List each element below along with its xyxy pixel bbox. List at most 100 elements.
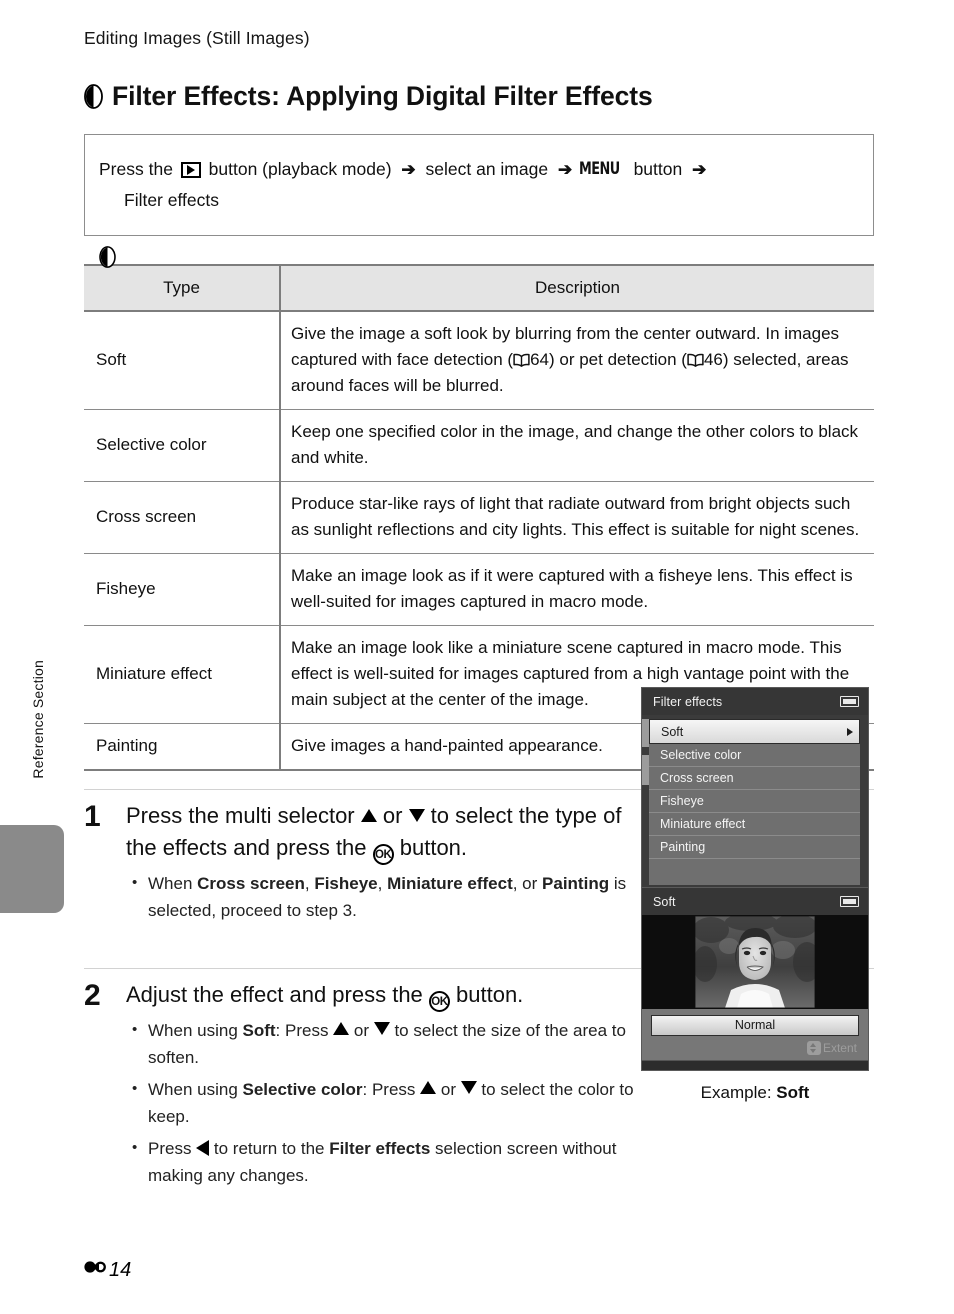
list-item: When Cross screen, Fisheye, Miniature ef…	[126, 870, 658, 924]
menu-item-soft[interactable]: Soft	[649, 719, 860, 744]
preview-photo	[695, 916, 815, 1008]
b-c1: ,	[304, 874, 315, 893]
menu-empty-area	[649, 859, 860, 885]
battery-icon	[840, 896, 859, 907]
step-1-title-b: or	[376, 803, 409, 828]
callout-line-1: Press the button (playback mode) ➔ selec…	[99, 155, 853, 184]
callout-text-3: select an image	[420, 159, 553, 179]
menu-item-label: Miniature effect	[660, 817, 746, 831]
battery-icon	[840, 696, 859, 707]
b-b4: Painting	[542, 874, 610, 893]
up-down-icon	[806, 1041, 821, 1055]
page-footer: 14	[84, 1258, 131, 1282]
cell-description: Keep one specified color in the image, a…	[280, 409, 874, 482]
step-2-title-a: Adjust the effect and press the	[126, 982, 429, 1007]
up-triangle-icon	[360, 809, 377, 822]
step-1-title-d: button.	[393, 835, 468, 860]
cell-description: Make an image look as if it were capture…	[280, 553, 874, 626]
b-c3: , or	[512, 874, 543, 893]
menu-item-label: Painting	[660, 840, 706, 854]
step-1-title: Press the multi selector or to select th…	[126, 800, 626, 865]
left-triangle-icon	[196, 1140, 210, 1156]
menu-tab-stub-1	[642, 719, 649, 747]
cell-description: Give the image a soft look by blurring f…	[280, 311, 874, 410]
caption-prefix: Example:	[700, 1083, 777, 1102]
down-triangle-icon	[460, 1081, 477, 1094]
lcd-title-bar: Soft	[642, 888, 868, 915]
section-mark-icon	[84, 1258, 106, 1282]
ok-button-icon: OK	[428, 991, 450, 1012]
ok-button-icon: OK	[372, 844, 394, 865]
menu-tab-stub-2	[642, 755, 649, 785]
b3-b1: Selective color	[242, 1080, 363, 1099]
callout-text-4: button	[628, 159, 688, 179]
b2-b1: Soft	[242, 1021, 276, 1040]
b4-c1: to return to the	[209, 1139, 330, 1158]
callout-line-2-text: Filter effects	[124, 190, 219, 210]
step-2-number: 2	[84, 979, 101, 1012]
filter-effects-screen: Filter effects Soft Selective color Cross …	[641, 687, 869, 906]
lcd-title-bar: Filter effects	[642, 688, 868, 715]
b-b3: Miniature effect	[387, 874, 513, 893]
menu-item-label: Selective color	[660, 748, 742, 762]
procedure-callout: Press the button (playback mode) ➔ selec…	[84, 134, 874, 268]
b4-a: Press	[148, 1139, 197, 1158]
page-title: Filter Effects: Applying Digital Filter …	[84, 81, 874, 112]
b2-a: When using	[148, 1021, 243, 1040]
reference-section-tab	[0, 825, 64, 913]
extent-label: Extent	[822, 1041, 857, 1055]
menu-button-label: MENU	[579, 159, 620, 179]
camera-lcd: Filter effects Soft Selective color Cross …	[641, 687, 869, 906]
down-triangle-icon	[408, 809, 425, 822]
step-2-title: Adjust the effect and press the OK butto…	[126, 979, 626, 1012]
menu-item-painting[interactable]: Painting	[649, 836, 860, 859]
cell-type: Miniature effect	[84, 625, 281, 724]
image-preview-area	[642, 915, 868, 1009]
down-triangle-icon	[373, 1022, 390, 1035]
list-item: Press to return to the Filter effects se…	[126, 1135, 658, 1189]
menu-item-fisheye[interactable]: Fisheye	[649, 790, 860, 813]
list-item: When using Selective color: Press or to …	[126, 1076, 658, 1130]
column-header-description: Description	[280, 264, 874, 312]
b-a: When	[148, 874, 198, 893]
table-row: Cross screen Produce star-like rays of li…	[84, 481, 874, 554]
menu-item-selective-color[interactable]: Selective color	[649, 744, 860, 767]
effect-control-area: Normal Extent	[642, 1009, 868, 1060]
cell-type: Cross screen	[84, 481, 281, 554]
up-triangle-icon	[420, 1081, 437, 1094]
cell-description: Produce star-like rays of light that rad…	[280, 481, 874, 554]
menu-item-cross-screen[interactable]: Cross screen	[649, 767, 860, 790]
step-2-title-d: button.	[449, 982, 524, 1007]
list-item: When using Soft: Press or to select the …	[126, 1017, 658, 1071]
b3-a: When using	[148, 1080, 243, 1099]
lcd-title: Soft	[653, 894, 676, 909]
b3-c1: : Press	[362, 1080, 421, 1099]
playback-button-icon	[180, 161, 201, 178]
callout-text-1: Press the	[99, 159, 178, 179]
portrait-photo-graphic	[695, 916, 815, 1008]
camera-lcd: Soft Normal Extent	[641, 887, 869, 1071]
menu-area: Soft Selective color Cross screen Fisheye Mi…	[642, 715, 868, 895]
page-number: 14	[109, 1258, 132, 1281]
table-header-row: Type Description	[84, 264, 874, 312]
table-row: Soft Give the image a soft look by blurri…	[84, 311, 874, 410]
cell-type: Selective color	[84, 409, 281, 482]
cell-type: Painting	[84, 723, 281, 771]
step-1-number: 1	[84, 800, 101, 833]
menu-item-label: Cross screen	[660, 771, 734, 785]
callout-line-2: Filter effects	[99, 186, 853, 268]
filter-effects-icon	[99, 188, 118, 268]
menu-item-miniature-effect[interactable]: Miniature effect	[649, 813, 860, 836]
table-row: Fisheye Make an image look as if it were …	[84, 553, 874, 626]
effect-level-value[interactable]: Normal	[651, 1015, 859, 1036]
b-b2: Fisheye	[314, 874, 378, 893]
reference-section-label: Reference Section	[30, 660, 46, 779]
b2-c1: : Press	[275, 1021, 334, 1040]
book-icon	[687, 349, 704, 375]
caption-value: Soft	[776, 1083, 810, 1102]
callout-text-2: button (playback mode)	[203, 159, 397, 179]
breadcrumb: Editing Images (Still Images)	[84, 28, 310, 48]
cell-type: Fisheye	[84, 553, 281, 626]
b-b1: Cross screen	[197, 874, 305, 893]
b4-b1: Filter effects	[329, 1139, 431, 1158]
